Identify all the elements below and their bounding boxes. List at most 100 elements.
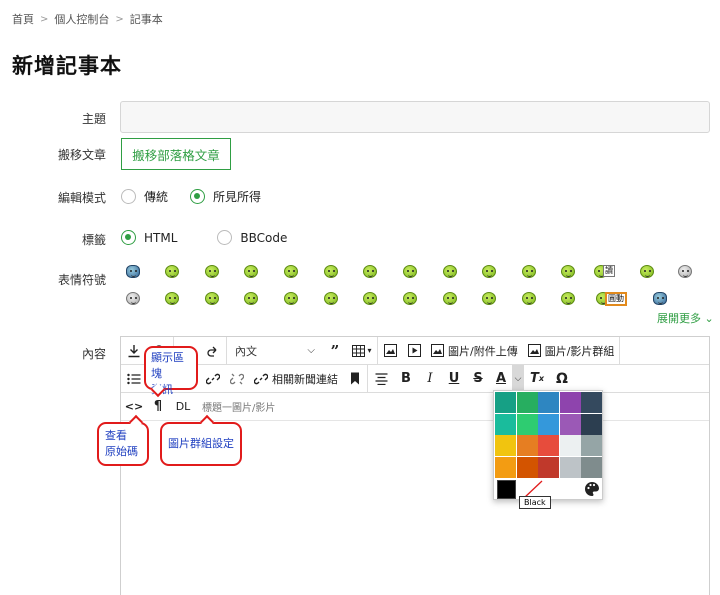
- emoji-icon[interactable]: [439, 262, 461, 282]
- emoji-icon[interactable]: [240, 262, 262, 282]
- table-icon[interactable]: ▾: [347, 337, 377, 364]
- image-video-group-label: 圖片/影片群組: [544, 344, 615, 358]
- color-swatch[interactable]: [495, 392, 516, 413]
- color-swatch[interactable]: [559, 456, 581, 478]
- color-swatch[interactable]: [538, 413, 560, 435]
- emoji-icon[interactable]: [240, 289, 262, 309]
- emoji-icon[interactable]: [359, 262, 381, 282]
- special-char-icon[interactable]: Ω: [550, 365, 574, 392]
- link-icon[interactable]: [201, 365, 225, 392]
- color-swatch[interactable]: [581, 392, 603, 413]
- palette-icon[interactable]: [584, 481, 600, 497]
- subject-input[interactable]: [120, 101, 710, 133]
- breadcrumb-separator-icon: >: [40, 13, 49, 25]
- move-article-label: 搬移文章: [57, 148, 106, 162]
- color-swatch-black[interactable]: [497, 480, 516, 499]
- caption-field[interactable]: 標題一圖片/影片: [197, 393, 280, 420]
- expand-more-link[interactable]: 展開更多 ⌄: [657, 310, 714, 326]
- radio-checked-icon[interactable]: [190, 189, 206, 204]
- color-swatch[interactable]: [538, 456, 560, 478]
- blockquote-icon[interactable]: ”: [323, 337, 347, 364]
- emoji-icon[interactable]: [478, 289, 500, 309]
- emoji-icon[interactable]: [359, 289, 381, 309]
- emoji-icon[interactable]: [201, 262, 223, 282]
- emoji-icon[interactable]: 讀: [590, 262, 624, 282]
- tag-mode-bbcode-label: BBCode: [240, 230, 288, 245]
- edit-mode-wysiwyg[interactable]: 所見所得: [190, 188, 261, 205]
- emoji-icon[interactable]: [439, 289, 461, 309]
- bold-icon[interactable]: B: [394, 365, 418, 392]
- emoji-icon[interactable]: [122, 289, 144, 309]
- edit-mode-label: 編輯模式: [57, 191, 106, 205]
- color-swatch[interactable]: [538, 435, 560, 457]
- emoji-icon[interactable]: [649, 289, 671, 309]
- tag-mode-html[interactable]: HTML: [121, 230, 177, 245]
- emoji-icon[interactable]: [674, 262, 696, 282]
- tag-mode-bbcode[interactable]: BBCode: [217, 230, 287, 245]
- radio-checked-icon[interactable]: [121, 230, 136, 245]
- edit-mode-wysiwyg-label: 所見所得: [213, 190, 262, 204]
- emoji-icon[interactable]: [478, 262, 500, 282]
- breadcrumb-home[interactable]: 首頁: [12, 11, 34, 27]
- breadcrumb-notebook[interactable]: 記事本: [130, 11, 163, 27]
- emoji-icon[interactable]: [201, 289, 223, 309]
- breadcrumb-separator-icon: >: [115, 13, 124, 25]
- emoji-icon[interactable]: [636, 262, 658, 282]
- edit-mode-traditional[interactable]: 傳統: [121, 188, 168, 205]
- emoji-icon[interactable]: [399, 289, 421, 309]
- color-swatch[interactable]: [559, 413, 581, 435]
- color-swatch[interactable]: [559, 435, 581, 457]
- color-swatch[interactable]: [538, 392, 560, 413]
- color-swatch[interactable]: [495, 435, 516, 457]
- emoji-icon[interactable]: [320, 289, 342, 309]
- emoji-icon[interactable]: [557, 262, 579, 282]
- color-swatch[interactable]: [581, 413, 603, 435]
- move-blog-article-button[interactable]: 搬移部落格文章: [121, 138, 231, 170]
- clear-format-icon[interactable]: Tx: [524, 365, 550, 392]
- color-swatch[interactable]: [581, 435, 603, 457]
- related-news-link-button[interactable]: 相關新聞連結: [249, 365, 343, 392]
- radio-icon[interactable]: [121, 189, 136, 204]
- emoji-icon[interactable]: [161, 262, 183, 282]
- format-select[interactable]: 內文 ⌵: [227, 337, 323, 364]
- emoji-icon[interactable]: 圓動: [592, 289, 640, 309]
- edit-mode-traditional-label: 傳統: [144, 190, 169, 204]
- image-video-group-button[interactable]: 圖片/影片群組: [523, 337, 620, 364]
- emoji-icon[interactable]: [280, 289, 302, 309]
- color-swatch[interactable]: [516, 435, 538, 457]
- tag-label: 標籤: [81, 233, 106, 247]
- text-color-dropdown[interactable]: ⌵: [512, 365, 524, 392]
- redo-icon[interactable]: [200, 337, 226, 364]
- color-swatch[interactable]: [495, 456, 516, 478]
- color-swatch[interactable]: [559, 392, 581, 413]
- bookmark-icon[interactable]: [343, 365, 367, 392]
- callout-show-block-info: 顯示區塊 資訊: [144, 346, 198, 396]
- toolbar-row-1: 內文 ⌵ ” ▾ 圖片/附件上傳 圖片/影片群組: [121, 337, 709, 365]
- upload-image-button[interactable]: 圖片/附件上傳: [426, 337, 523, 364]
- breadcrumb-dashboard[interactable]: 個人控制台: [54, 11, 109, 27]
- color-swatch[interactable]: [495, 413, 516, 435]
- underline-icon[interactable]: U: [442, 365, 466, 392]
- text-color-icon[interactable]: A: [490, 365, 512, 392]
- align-center-icon[interactable]: [368, 365, 394, 392]
- emoji-icon[interactable]: [518, 289, 540, 309]
- emoji-icon[interactable]: [280, 262, 302, 282]
- unlink-icon[interactable]: [225, 365, 249, 392]
- color-swatch[interactable]: [516, 413, 538, 435]
- emoji-icon[interactable]: [122, 262, 144, 282]
- radio-icon[interactable]: [217, 230, 233, 245]
- italic-icon[interactable]: I: [418, 365, 442, 392]
- strikethrough-icon[interactable]: S: [466, 365, 490, 392]
- emoji-icon[interactable]: [557, 289, 579, 309]
- color-swatch[interactable]: [516, 456, 538, 478]
- emoji-icon[interactable]: [399, 262, 421, 282]
- image-icon[interactable]: [378, 337, 402, 364]
- video-icon[interactable]: [402, 337, 426, 364]
- emoji-icon[interactable]: [518, 262, 540, 282]
- content-label: 內容: [81, 347, 106, 361]
- emoji-icon[interactable]: [161, 289, 183, 309]
- color-swatch[interactable]: [516, 392, 538, 413]
- emoji-icon[interactable]: [320, 262, 342, 282]
- color-swatch[interactable]: [581, 456, 603, 478]
- color-tooltip: Black: [519, 496, 551, 509]
